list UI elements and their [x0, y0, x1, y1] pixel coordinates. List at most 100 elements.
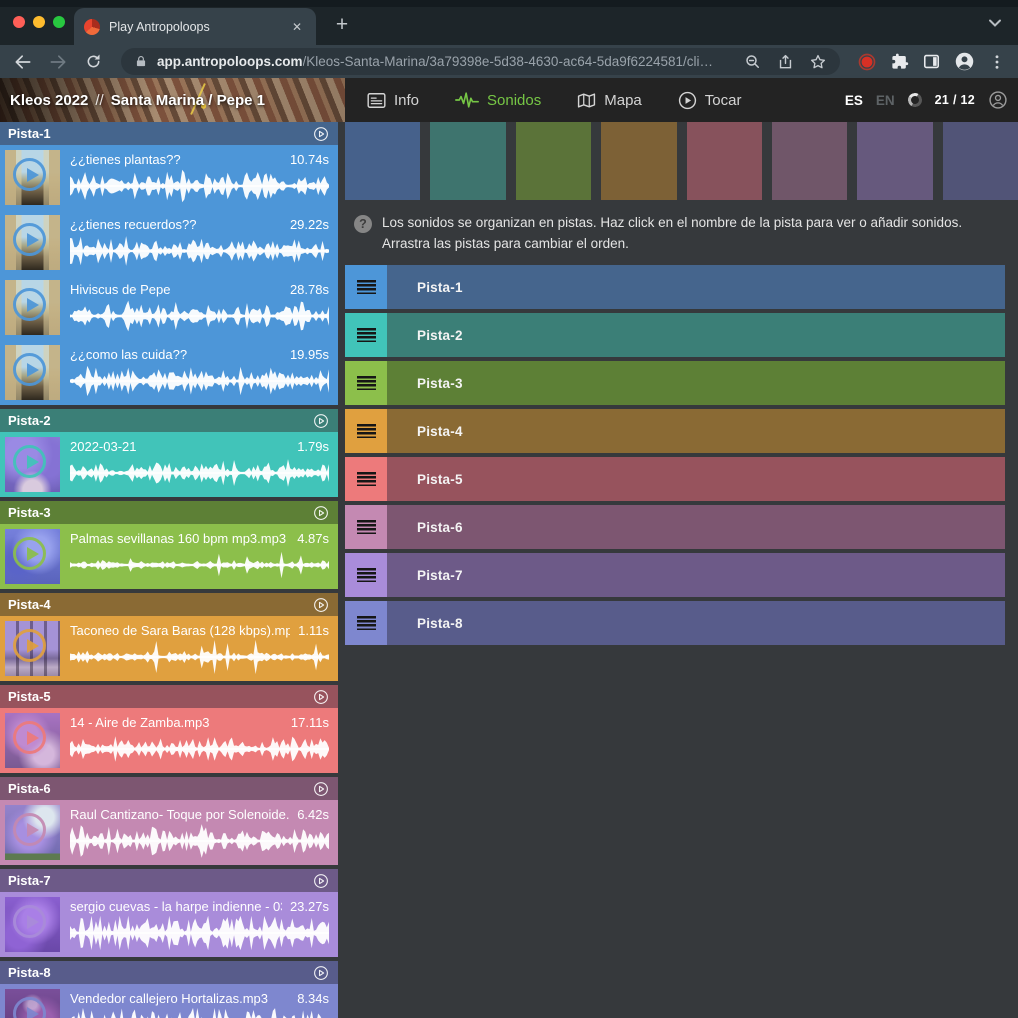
audio-clip[interactable]: Vendedor callejero Hortalizas.mp38.34s [0, 984, 338, 1018]
clip-play-icon[interactable] [13, 223, 46, 256]
drag-handle[interactable] [345, 409, 387, 453]
drag-handle[interactable] [345, 553, 387, 597]
track-row[interactable]: Pista-8 [345, 601, 1005, 645]
track-name[interactable]: Pista-6 [8, 781, 312, 796]
track-header[interactable]: Pista-1 [0, 122, 338, 145]
track-color-swatch[interactable] [601, 122, 676, 200]
share-icon[interactable] [777, 53, 794, 71]
audio-clip[interactable]: ¿¿como las cuida??19.95s [0, 340, 338, 405]
track-row[interactable]: Pista-2 [345, 313, 1005, 357]
drag-handle[interactable] [345, 505, 387, 549]
track-play-icon[interactable] [312, 780, 330, 798]
clip-play-icon[interactable] [13, 288, 46, 321]
track-row-bar[interactable]: Pista-6 [387, 505, 1005, 549]
track-row-bar[interactable]: Pista-1 [387, 265, 1005, 309]
nav-mapa[interactable]: Mapa [577, 92, 642, 109]
minimize-window-button[interactable] [33, 16, 45, 28]
track-play-icon[interactable] [312, 872, 330, 890]
track-name[interactable]: Pista-2 [8, 413, 312, 428]
track-header[interactable]: Pista-6 [0, 777, 338, 800]
track-row-bar[interactable]: Pista-4 [387, 409, 1005, 453]
track-name[interactable]: Pista-4 [8, 597, 312, 612]
audio-clip[interactable]: 14 - Aire de Zamba.mp317.11s [0, 708, 338, 773]
side-panel-icon[interactable] [922, 52, 941, 71]
back-icon[interactable] [12, 51, 34, 73]
track-header[interactable]: Pista-3 [0, 501, 338, 524]
tab-search-chevron-icon[interactable] [988, 18, 1002, 28]
track-header[interactable]: Pista-5 [0, 685, 338, 708]
track-play-icon[interactable] [312, 504, 330, 522]
clip-play-icon[interactable] [13, 445, 46, 478]
track-play-icon[interactable] [312, 412, 330, 430]
fullscreen-window-button[interactable] [53, 16, 65, 28]
breadcrumb-project[interactable]: Kleos 2022 [10, 92, 88, 109]
track-color-swatch[interactable] [430, 122, 505, 200]
drag-handle[interactable] [345, 361, 387, 405]
audio-clip[interactable]: ¿¿tienes recuerdos??29.22s [0, 210, 338, 275]
close-window-button[interactable] [13, 16, 25, 28]
track-row-bar[interactable]: Pista-5 [387, 457, 1005, 501]
track-row-bar[interactable]: Pista-2 [387, 313, 1005, 357]
track-name[interactable]: Pista-3 [8, 505, 312, 520]
audio-clip[interactable]: sergio cuevas - la harpe indienne - 03 -… [0, 892, 338, 957]
track-header[interactable]: Pista-2 [0, 409, 338, 432]
track-header[interactable]: Pista-7 [0, 869, 338, 892]
track-name[interactable]: Pista-8 [8, 965, 312, 980]
track-row[interactable]: Pista-4 [345, 409, 1005, 453]
bookmark-star-icon[interactable] [809, 53, 827, 71]
session-cover[interactable]: Kleos 2022//Santa Marina / Pepe 1 [0, 78, 345, 122]
audio-clip[interactable]: Hiviscus de Pepe28.78s [0, 275, 338, 340]
nav-tocar[interactable]: Tocar [678, 91, 742, 110]
record-icon[interactable] [857, 52, 877, 72]
audio-clip[interactable]: Taconeo de Sara Baras (128 kbps).mp31.11… [0, 616, 338, 681]
nav-info[interactable]: Info [367, 92, 419, 109]
lang-en[interactable]: EN [876, 93, 895, 108]
browser-menu-icon[interactable] [988, 53, 1006, 71]
track-name[interactable]: Pista-1 [8, 126, 312, 141]
audio-clip[interactable]: Palmas sevillanas 160 bpm mp3.mp34.87s [0, 524, 338, 589]
track-row[interactable]: Pista-5 [345, 457, 1005, 501]
profile-avatar-icon[interactable] [954, 51, 975, 72]
drag-handle[interactable] [345, 601, 387, 645]
forward-icon[interactable] [47, 51, 69, 73]
track-row-bar[interactable]: Pista-3 [387, 361, 1005, 405]
reload-icon[interactable] [82, 51, 104, 73]
address-bar[interactable]: app.antropoloops.com /Kleos-Santa-Marina… [121, 48, 840, 75]
track-row[interactable]: Pista-7 [345, 553, 1005, 597]
track-header[interactable]: Pista-8 [0, 961, 338, 984]
audio-clip[interactable]: 2022-03-211.79s [0, 432, 338, 497]
track-play-icon[interactable] [312, 125, 330, 143]
clip-play-icon[interactable] [13, 158, 46, 191]
track-play-icon[interactable] [312, 596, 330, 614]
drag-handle[interactable] [345, 265, 387, 309]
new-tab-button[interactable]: + [327, 11, 357, 41]
track-header[interactable]: Pista-4 [0, 593, 338, 616]
track-color-swatch[interactable] [943, 122, 1018, 200]
clip-play-icon[interactable] [13, 721, 46, 754]
track-color-swatch[interactable] [857, 122, 932, 200]
clip-play-icon[interactable] [13, 813, 46, 846]
clip-play-icon[interactable] [13, 353, 46, 386]
track-play-icon[interactable] [312, 688, 330, 706]
nav-sonidos[interactable]: Sonidos [455, 91, 541, 109]
drag-handle[interactable] [345, 457, 387, 501]
lang-es[interactable]: ES [845, 93, 863, 108]
track-row[interactable]: Pista-1 [345, 265, 1005, 309]
audio-clip[interactable]: ¿¿tienes plantas??10.74s [0, 145, 338, 210]
track-row[interactable]: Pista-6 [345, 505, 1005, 549]
zoom-icon[interactable] [744, 53, 762, 71]
clip-play-icon[interactable] [13, 537, 46, 570]
track-color-swatch[interactable] [687, 122, 762, 200]
drag-handle[interactable] [345, 313, 387, 357]
breadcrumb-session[interactable]: Santa Marina / Pepe 1 [111, 92, 265, 109]
track-row-bar[interactable]: Pista-8 [387, 601, 1005, 645]
extensions-icon[interactable] [890, 52, 909, 71]
browser-tab[interactable]: Play Antropoloops ✕ [74, 8, 316, 45]
track-row[interactable]: Pista-3 [345, 361, 1005, 405]
track-play-icon[interactable] [312, 964, 330, 982]
track-name[interactable]: Pista-7 [8, 873, 312, 888]
track-color-swatch[interactable] [772, 122, 847, 200]
account-icon[interactable] [988, 90, 1008, 110]
track-row-bar[interactable]: Pista-7 [387, 553, 1005, 597]
track-color-swatch[interactable] [516, 122, 591, 200]
